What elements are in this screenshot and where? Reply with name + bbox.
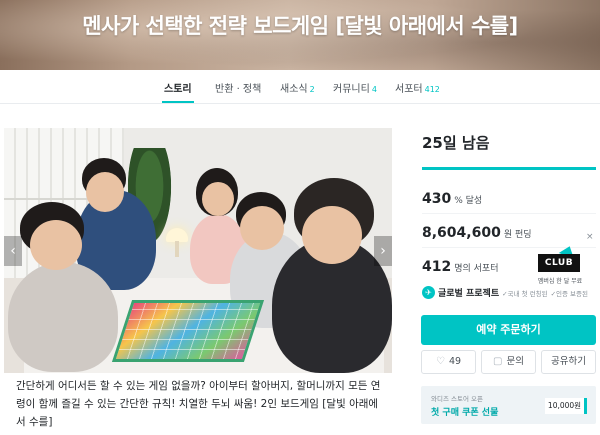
photo-person-boy-left-face	[30, 220, 82, 270]
global-project-row: ✈ 글로벌 프로젝트 ✓국내 첫 런칭된 ✓인증 보증된	[422, 286, 600, 299]
funding-progress-bar	[422, 167, 596, 170]
supporter-count-value: 412	[422, 259, 452, 275]
club-membership-promo[interactable]: CLUB 멤버십 한 달 무료	[536, 243, 584, 288]
funding-percent-value: 430	[422, 191, 452, 207]
hero-banner: 멘사가 선택한 전략 보드게임 [달빛 아래에서 수를]	[0, 0, 600, 70]
close-icon[interactable]: ×	[586, 232, 594, 242]
like-button[interactable]: ♡ 49	[421, 350, 476, 374]
funding-amount: 8,604,600 원 펀딩	[422, 222, 532, 241]
tab-label: 반환 · 정책	[215, 84, 262, 95]
photo-person-boy-left	[8, 262, 118, 372]
photo-person-grandmother-face	[302, 206, 362, 264]
like-count: 49	[448, 356, 462, 367]
funding-percent-unit: % 달성	[454, 196, 483, 206]
tab-supporters[interactable]: 서포터 412	[395, 80, 440, 95]
tab-label: 커뮤니티	[333, 84, 370, 95]
coupon-store-open: 와디즈 스토어 오픈	[431, 395, 483, 403]
days-left: 25일 남음	[422, 134, 490, 152]
club-subtext: 멤버십 한 달 무료	[537, 278, 583, 285]
divider	[422, 213, 596, 214]
photo-person-mother-face	[202, 182, 234, 216]
photo-lamp-stand	[175, 241, 179, 257]
heart-icon: ♡	[435, 356, 445, 367]
project-summary: 간단하게 어디서든 할 수 있는 게임 없을까? 아이부터 할아버지, 할머니까…	[16, 380, 381, 428]
tab-count: 412	[424, 85, 440, 94]
tab-count: 2	[309, 85, 315, 94]
tab-count: 4	[371, 85, 377, 94]
tab-label: 서포터	[395, 84, 423, 95]
coupon-title: 첫 구매 쿠폰 선물	[431, 408, 499, 418]
photo-person-father-face	[86, 172, 124, 212]
coupon-amount: 10,000원	[545, 398, 587, 414]
active-tab-indicator	[162, 101, 194, 103]
global-project-label: 글로벌 프로젝트	[438, 289, 500, 299]
chat-icon: ▢	[493, 356, 503, 367]
photo-game-board	[111, 300, 265, 362]
global-note-certified: ✓인증 보증된	[550, 289, 588, 298]
club-badge: CLUB	[538, 254, 580, 272]
tab-community[interactable]: 커뮤니티 4	[333, 80, 377, 95]
tab-story[interactable]: 스토리	[164, 80, 192, 95]
funding-amount-value: 8,604,600	[422, 225, 501, 241]
project-photo	[4, 128, 392, 373]
funding-percent: 430% 달성	[422, 188, 482, 207]
chevron-right-icon[interactable]: ›	[374, 236, 392, 266]
supporter-count-unit: 명의 서포터	[454, 264, 499, 274]
inquiry-label: 문의	[506, 356, 524, 367]
tab-nav: 스토리 반환 · 정책 새소식 2 커뮤니티 4 서포터 412	[0, 70, 600, 104]
chevron-left-icon[interactable]: ‹	[4, 236, 22, 266]
share-button[interactable]: 공유하기	[541, 350, 596, 374]
reserve-order-button[interactable]: 예약 주문하기	[421, 315, 596, 345]
supporter-count: 412 명의 서포터	[422, 256, 499, 275]
funding-amount-unit: 원 펀딩	[503, 230, 532, 240]
tab-label: 새소식	[280, 84, 308, 95]
global-note-first-launch: ✓국내 첫 런칭된	[502, 289, 548, 298]
inquiry-button[interactable]: ▢ 문의	[481, 350, 536, 374]
project-title: 멘사가 선택한 전략 보드게임 [달빛 아래에서 수를]	[82, 14, 518, 38]
coupon-banner[interactable]: 와디즈 스토어 오픈 첫 구매 쿠폰 선물 10,000원	[421, 386, 596, 424]
tab-news[interactable]: 새소식 2	[280, 80, 315, 95]
photo-person-boy-middle-face	[240, 206, 284, 250]
tab-refund-policy[interactable]: 반환 · 정책	[215, 80, 261, 95]
airplane-icon: ✈	[422, 286, 435, 299]
tab-label: 스토리	[164, 84, 192, 95]
